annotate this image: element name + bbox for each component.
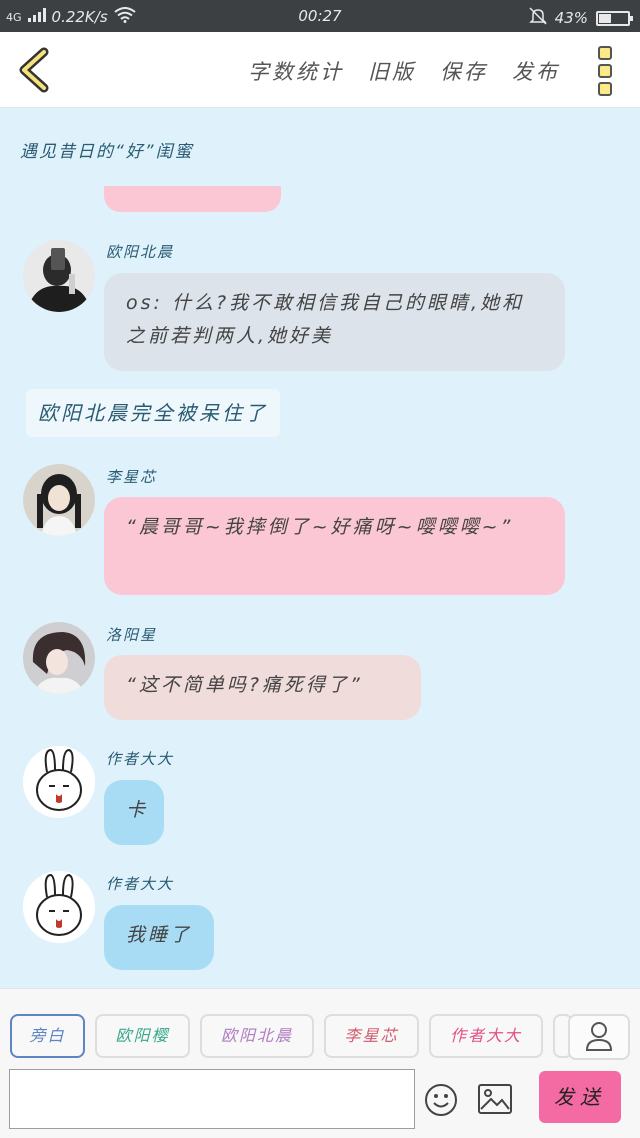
sender-name: 洛阳星: [106, 626, 158, 644]
avatar[interactable]: [23, 622, 95, 694]
message-input[interactable]: [9, 1069, 415, 1129]
send-button[interactable]: 发送: [539, 1071, 621, 1123]
message-bubble: “晨哥哥~我摔倒了~好痛呀~嘤嘤嘤~”: [104, 497, 565, 595]
avatar[interactable]: [23, 240, 95, 312]
publish-button[interactable]: 发布: [512, 56, 560, 86]
avatar[interactable]: [23, 746, 95, 818]
avatar[interactable]: [23, 871, 95, 943]
role-chip[interactable]: 欧阳北晨: [200, 1014, 314, 1058]
sender-name: 欧阳北晨: [106, 243, 175, 261]
image-icon[interactable]: [477, 1083, 513, 1115]
message-bubble: 我睡了: [104, 905, 214, 970]
word-count-button[interactable]: 字数统计: [248, 56, 344, 86]
save-button[interactable]: 保存: [440, 56, 488, 86]
old-version-button[interactable]: 旧版: [368, 56, 416, 86]
role-chip[interactable]: 旁白: [10, 1014, 85, 1058]
chapter-title: 遇见昔日的“好”闺蜜: [20, 142, 194, 162]
emoji-icon[interactable]: [424, 1083, 458, 1117]
status-bar: 4G 0.22K/s 00:27 43%: [0, 0, 640, 32]
battery-icon: [596, 10, 633, 26]
back-arrow-icon[interactable]: [14, 46, 54, 94]
partial-bubble: [104, 186, 281, 212]
toolbar-links: 字数统计 旧版 保存 发布: [248, 56, 560, 86]
narration-text: 欧阳北晨完全被呆住了: [26, 389, 280, 437]
role-chip[interactable]: 欧阳樱: [95, 1014, 190, 1058]
role-chip[interactable]: 作者大大: [429, 1014, 543, 1058]
sender-name: 作者大大: [106, 875, 175, 893]
message-bubble: os: 什么?我不敢相信我自己的眼睛,她和之前若判两人,她好美: [104, 273, 565, 371]
top-toolbar: 字数统计 旧版 保存 发布: [0, 32, 640, 108]
role-chips: 旁白 欧阳樱 欧阳北晨 李星芯 作者大大: [10, 1014, 573, 1060]
more-menu-icon[interactable]: [598, 46, 614, 96]
role-chip[interactable]: 李星芯: [324, 1014, 419, 1058]
composer-panel: 旁白 欧阳樱 欧阳北晨 李星芯 作者大大 发送: [0, 988, 640, 1138]
sender-name: 作者大大: [106, 750, 175, 768]
message-bubble: 卡: [104, 780, 164, 845]
mute-bell-icon: [528, 7, 547, 29]
user-icon[interactable]: [568, 1014, 630, 1060]
avatar[interactable]: [23, 464, 95, 536]
sender-name: 李星芯: [106, 468, 158, 486]
battery-percent: 43%: [554, 9, 588, 27]
message-bubble: “这不简单吗?痛死得了”: [104, 655, 421, 720]
